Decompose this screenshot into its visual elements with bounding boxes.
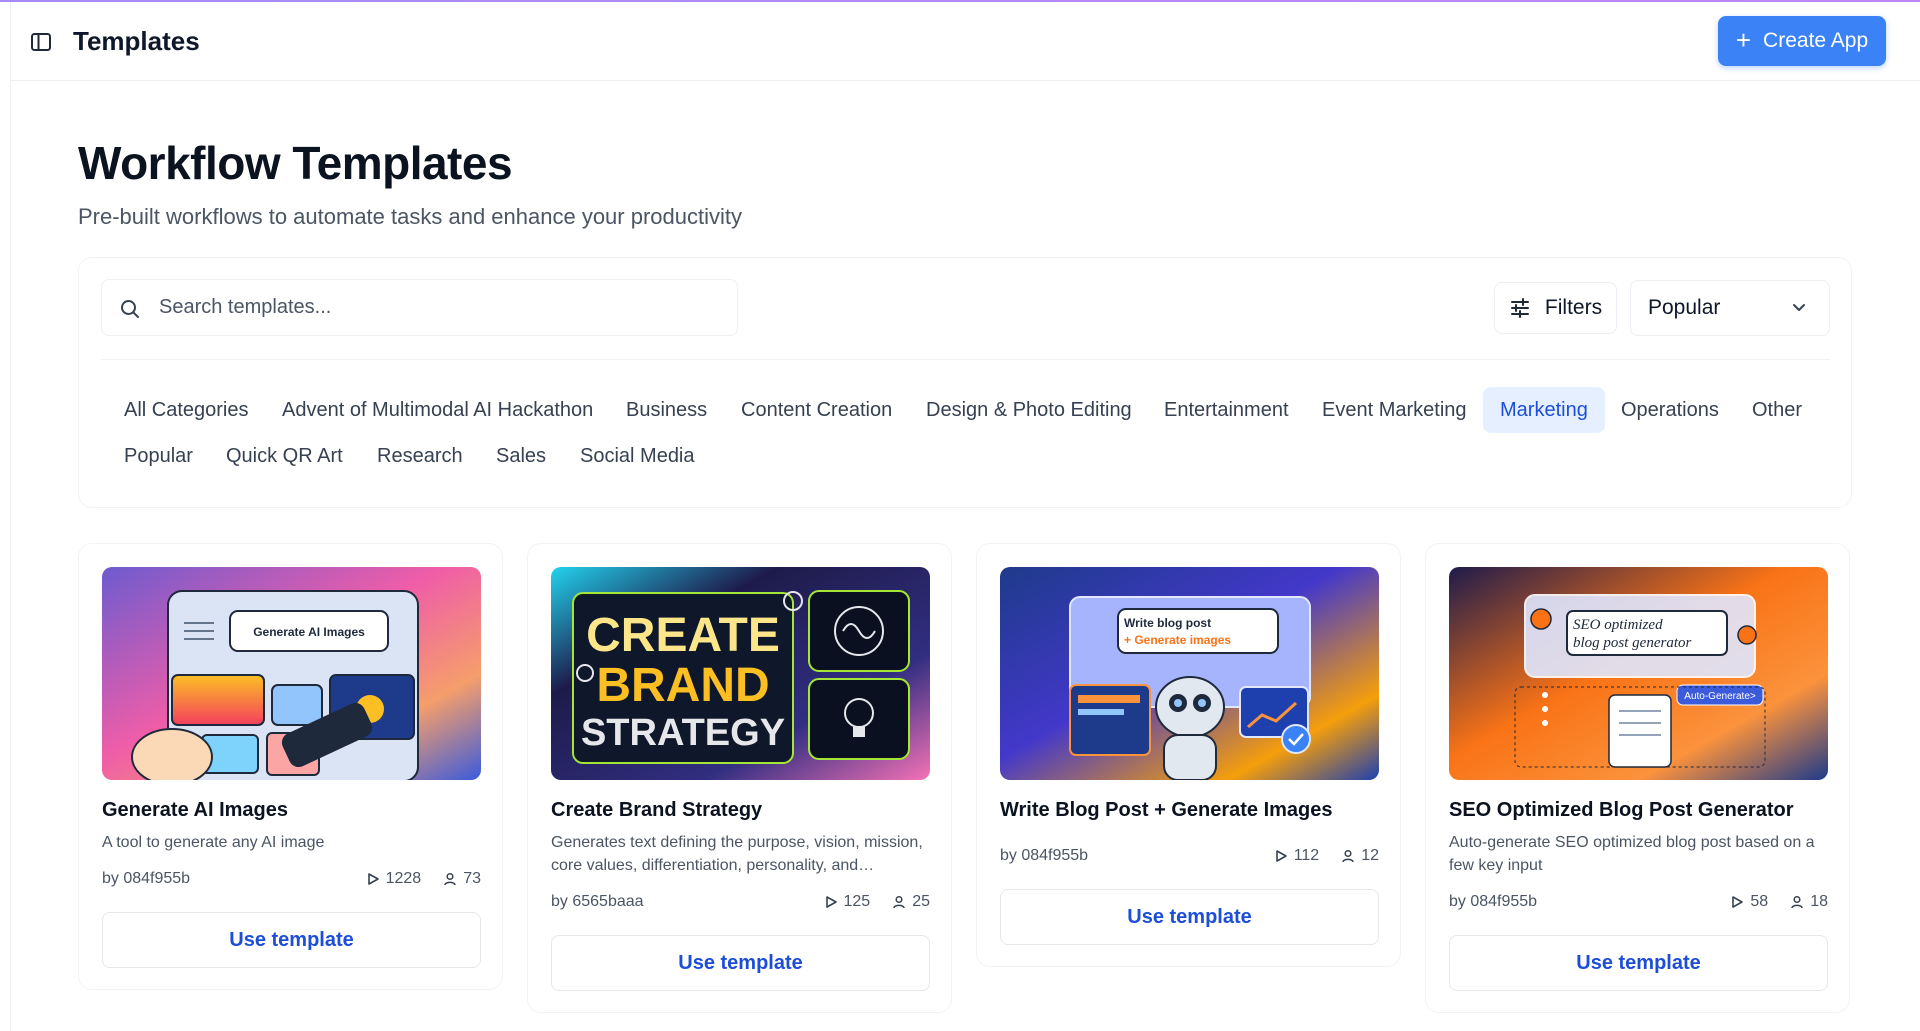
run-count: 125 [843,893,871,910]
thumb-line-2: + Generate images [1124,633,1231,647]
thumb-line-3: Auto-Generate> [1684,691,1756,702]
category-event-marketing[interactable]: Event Marketing [1322,387,1467,433]
template-thumbnail: Write blog post + Generate images [1000,567,1379,780]
card-meta: by 084f955b 58 18 [1449,893,1828,913]
use-template-button[interactable]: Use template [551,935,930,991]
play-icon [1732,896,1744,908]
category-content-creation[interactable]: Content Creation [741,387,892,433]
card-stats: 1228 73 [366,870,481,888]
chevron-down-icon [1793,304,1805,311]
create-app-label: Create App [1763,29,1869,52]
top-bar: Templates + Create App [11,2,1920,81]
thumb-line-3: STRATEGY [581,712,785,754]
user-count: 12 [1361,847,1379,864]
thumb-line-2: blog post generator [1573,635,1691,651]
card-meta: by 6565baaa 125 25 [551,893,930,913]
user-icon [1791,895,1803,909]
user-icon [1342,849,1354,863]
page-subtitle: Pre-built workflows to automate tasks an… [78,204,742,229]
search-icon [121,300,139,318]
use-template-button[interactable]: Use template [1449,935,1828,991]
filters-button[interactable]: Filters [1494,282,1617,334]
sidebar-edge [10,2,11,1031]
card-author: by 084f955b [1449,893,1538,910]
user-icon [893,895,905,909]
card-stats: 112 12 [1274,847,1379,865]
category-research[interactable]: Research [377,433,463,479]
card-description: Auto-generate SEO optimized blog post ba… [1449,834,1815,874]
use-template-button[interactable]: Use template [1000,889,1379,945]
filters-label: Filters [1544,296,1603,319]
thumb-line-1: CREATE [586,609,780,662]
card-author: by 6565baaa [551,893,644,910]
thumb-line-1: SEO optimized [1573,617,1663,633]
card-author: by 084f955b [102,870,191,887]
card-stats: 125 25 [824,893,930,911]
play-icon [1275,850,1287,862]
user-count: 73 [463,870,481,887]
category-all-categories[interactable]: All Categories [124,387,249,433]
template-card-write-blog-post[interactable]: Write blog post + Generate images Write … [976,543,1401,967]
category-popular[interactable]: Popular [124,433,193,479]
sort-selected-value: Popular [1648,296,1721,319]
user-icon [444,872,456,886]
card-meta: by 084f955b 112 12 [1000,847,1379,867]
category-advent-hackathon[interactable]: Advent of Multimodal AI Hackathon [282,387,593,433]
card-author: by 084f955b [1000,847,1089,864]
card-description: A tool to generate any AI image [102,834,325,851]
plus-icon: + [1735,25,1752,55]
sidebar-toggle-icon[interactable] [30,31,52,53]
use-template-button[interactable]: Use template [102,912,481,968]
category-business[interactable]: Business [626,387,707,433]
category-design-photo-editing[interactable]: Design & Photo Editing [926,387,1132,433]
category-entertainment[interactable]: Entertainment [1164,387,1289,433]
run-count: 58 [1750,893,1769,910]
user-count: 25 [912,893,930,910]
sliders-icon [1510,298,1529,318]
run-count: 112 [1293,847,1320,864]
user-count: 18 [1810,893,1828,910]
play-icon [825,896,837,908]
category-quick-qr-art[interactable]: Quick QR Art [226,433,343,479]
thumb-caption: Generate AI Images [253,625,365,639]
thumb-line-1: Write blog post [1124,616,1211,630]
search-box[interactable] [101,279,738,336]
search-input[interactable] [159,280,719,335]
panel-divider [101,359,1830,360]
sort-select[interactable]: Popular [1630,280,1830,336]
category-sales[interactable]: Sales [496,433,546,479]
topbar-title: Templates [73,26,200,56]
card-title: Generate AI Images [102,799,289,821]
category-operations[interactable]: Operations [1621,387,1719,433]
card-description: Generates text defining the purpose, vis… [551,834,923,874]
run-count: 1228 [385,870,422,887]
template-card-seo-blog-post[interactable]: SEO optimized blog post generator Auto-G… [1425,543,1850,1013]
template-card-create-brand-strategy[interactable]: CREATE BRAND STRATEGY Create Brand Strat… [527,543,952,1013]
category-marketing[interactable]: Marketing [1483,387,1605,433]
card-stats: 58 18 [1730,893,1828,911]
template-thumbnail: Generate AI Images [102,567,481,780]
play-icon [367,873,379,885]
template-card-generate-ai-images[interactable]: Generate AI Images Generate AI Images A … [78,543,503,990]
card-title: Write Blog Post + Generate Images [1000,799,1333,821]
page-title: Workflow Templates [78,137,513,189]
create-app-button[interactable]: + Create App [1718,16,1886,66]
template-thumbnail: SEO optimized blog post generator Auto-G… [1449,567,1828,780]
thumb-line-2: BRAND [596,659,769,712]
card-meta: by 084f955b 1228 73 [102,870,481,890]
card-title: Create Brand Strategy [551,799,763,821]
category-other[interactable]: Other [1752,387,1802,433]
template-thumbnail: CREATE BRAND STRATEGY [551,567,930,780]
category-social-media[interactable]: Social Media [580,433,695,479]
card-title: SEO Optimized Blog Post Generator [1449,799,1794,821]
